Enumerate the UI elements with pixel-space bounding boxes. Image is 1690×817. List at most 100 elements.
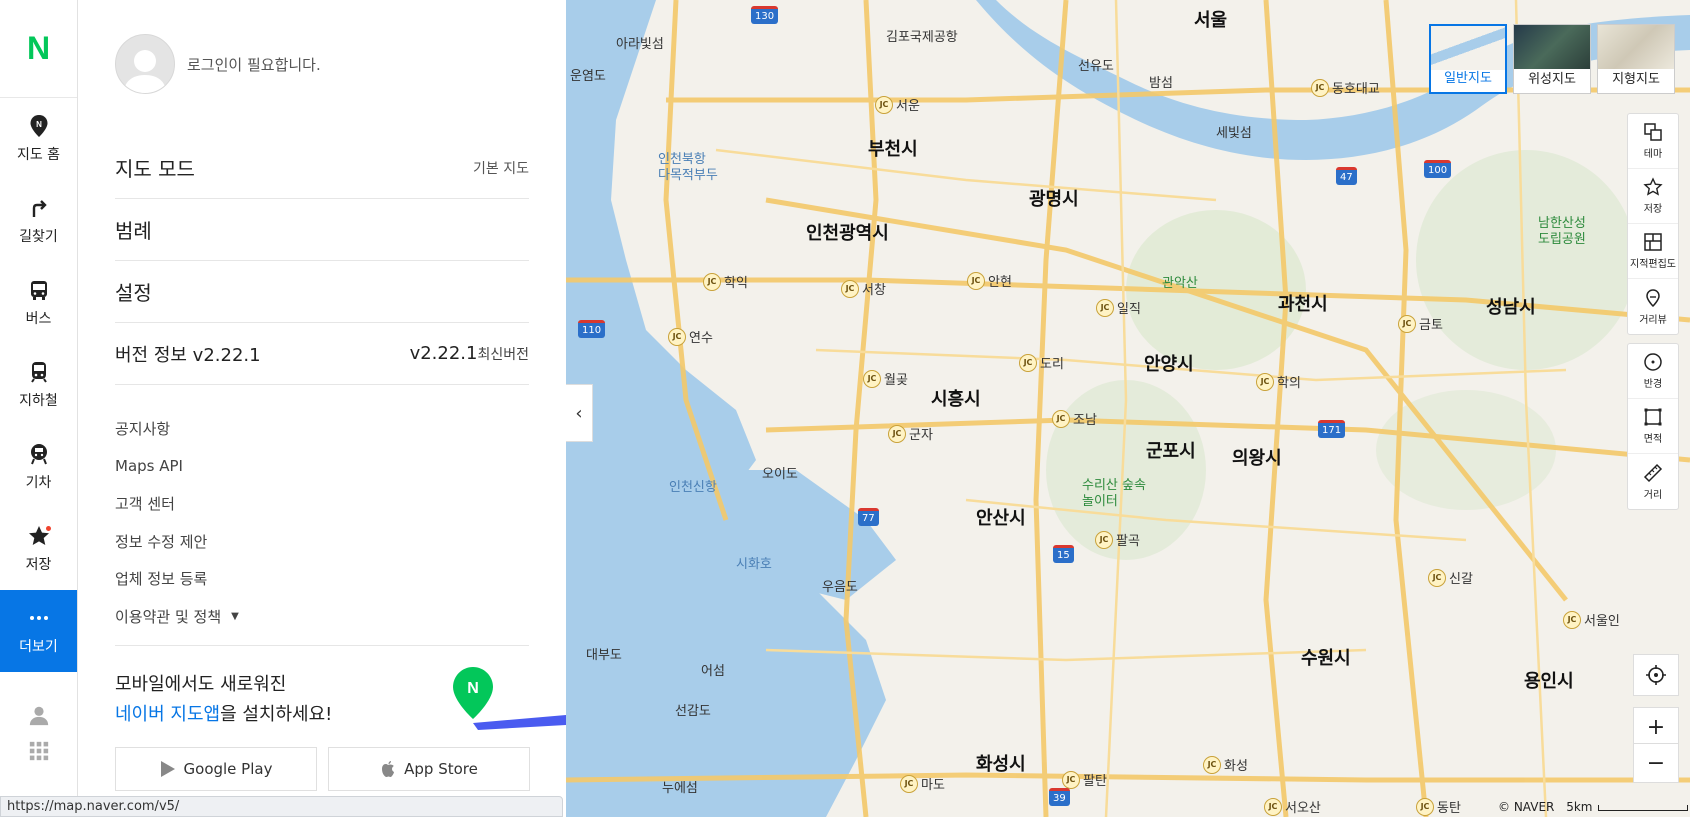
jc-label[interactable]: JC 안현 [967,271,1012,290]
label-gunpo[interactable]: 군포시 [1146,437,1196,463]
user-button[interactable] [0,704,78,726]
jc-label[interactable]: JC 학익 [703,272,748,291]
nav-directions[interactable]: 길찾기 [0,180,77,262]
link-business-registration[interactable]: 업체 정보 등록 [115,560,529,598]
jc-label[interactable]: JC 동호대교 [1311,78,1380,97]
route-shield[interactable]: 130 [751,6,779,24]
nav-saved[interactable]: 저장 [0,508,77,590]
menu-legend[interactable]: 범례 [115,199,529,261]
my-location-button[interactable] [1633,654,1679,696]
jc-label[interactable]: JC 월곶 [863,369,908,388]
map-type-normal[interactable]: 일반지도 [1429,24,1507,94]
label-bucheon[interactable]: 부천시 [868,135,918,161]
jc-label[interactable]: JC 금토 [1398,314,1443,333]
promo-app-name[interactable]: 네이버 지도앱 [115,704,220,725]
label-gwanaksan[interactable]: 관악산 [1162,272,1198,291]
nav-more[interactable]: 더보기 [0,590,77,672]
tool-save[interactable]: 저장 [1628,169,1678,224]
tool-street-view[interactable]: 거리뷰 [1628,279,1678,334]
label-incheon-north-port[interactable]: 인천북항 다목적부두 [658,152,718,184]
label-incheon-port[interactable]: 인천신항 [669,476,717,495]
jc-label[interactable]: JC 연수 [668,327,713,346]
route-shield[interactable]: 100 [1424,160,1452,178]
label-seoul[interactable]: 서울 [1194,6,1227,32]
map-type-terrain[interactable]: 지형지도 [1597,24,1675,94]
nav-bus[interactable]: 버스 [0,262,77,344]
label-uiwang[interactable]: 의왕시 [1232,444,1282,470]
login-area[interactable]: 로그인이 필요합니다. [115,34,321,94]
label-seongamdo[interactable]: 선감도 [675,700,711,719]
jc-label[interactable]: JC 서운 [875,95,920,114]
label-oido[interactable]: 오이도 [762,463,798,482]
label-ansan[interactable]: 안산시 [976,504,1026,530]
label-gimpo-airport[interactable]: 김포국제공항 [886,26,958,45]
jc-label[interactable]: JC 서오산 [1264,797,1321,816]
label-arabitseom[interactable]: 아라빛섬 [616,33,664,52]
collapse-panel-button[interactable]: ‹ [566,384,593,442]
label-sebitseom[interactable]: 세빛섬 [1216,122,1252,141]
label-seonyudo[interactable]: 선유도 [1078,55,1114,74]
jc-label[interactable]: JC 도리 [1019,353,1064,372]
jc-label[interactable]: JC 신갈 [1428,568,1473,587]
jc-label[interactable]: JC 군자 [888,424,933,443]
map-type-satellite[interactable]: 위성지도 [1513,24,1591,94]
label-undongdo[interactable]: 운염도 [570,65,606,84]
label-sihwaho[interactable]: 시화호 [736,553,772,572]
apps-button[interactable] [0,740,78,762]
route-shield[interactable]: 39 [1049,788,1070,806]
zoom-in-button[interactable]: + [1633,707,1679,747]
label-seongnam[interactable]: 성남시 [1486,293,1536,319]
label-incheon[interactable]: 인천광역시 [806,219,889,245]
map-background [566,0,1690,817]
zoom-out-button[interactable]: − [1633,743,1679,783]
menu-settings[interactable]: 설정 [115,261,529,323]
jc-label[interactable]: JC 조남 [1052,409,1097,428]
label-bamseom[interactable]: 밤섬 [1149,72,1173,91]
tool-theme[interactable]: 테마 [1628,114,1678,169]
label-gwangmyeong[interactable]: 광명시 [1029,185,1079,211]
nav-map-home[interactable]: N 지도 홈 [0,98,77,180]
nav-train[interactable]: 기차 [0,426,77,508]
route-shield[interactable]: 171 [1318,420,1346,438]
jc-label[interactable]: JC 동탄 [1416,797,1461,816]
label-daebudo[interactable]: 대부도 [586,644,622,663]
jc-label[interactable]: JC 팔탄 [1062,770,1107,789]
link-terms[interactable]: 이용약관 및 정책 ▼ [115,598,529,636]
label-yongin[interactable]: 용인시 [1524,667,1574,693]
map-canvas[interactable]: 서울 김포국제공항 부천시 인천광역시 광명시 시흥시 안양시 과천시 성남시 … [566,0,1690,817]
link-customer-center[interactable]: 고객 센터 [115,485,529,523]
jc-label[interactable]: JC 일직 [1096,298,1141,317]
app-store-button[interactable]: App Store [328,747,530,791]
jc-label[interactable]: JC 학의 [1256,372,1301,391]
label-surisan[interactable]: 수리산 숲속놀이터 [1082,478,1150,510]
tool-area[interactable]: 면적 [1628,399,1678,454]
nav-subway[interactable]: 지하철 [0,344,77,426]
label-siheung[interactable]: 시흥시 [931,385,981,411]
label-suwon[interactable]: 수원시 [1301,644,1351,670]
label-eoseom[interactable]: 어섬 [701,660,725,679]
google-play-button[interactable]: Google Play [115,747,317,791]
tool-cadastral[interactable]: 지적편집도 [1628,224,1678,279]
jc-label[interactable]: JC 서울인 [1563,610,1620,629]
jc-label[interactable]: JC 화성 [1203,755,1248,774]
label-anyang[interactable]: 안양시 [1144,350,1194,376]
tool-distance[interactable]: 거리 [1628,454,1678,509]
label-hwaseong[interactable]: 화성시 [976,750,1026,776]
link-notice[interactable]: 공지사항 [115,410,529,448]
label-namhansanseong[interactable]: 남한산성 도립공원 [1538,216,1594,248]
jc-label[interactable]: JC 서창 [841,279,886,298]
link-edit-suggestion[interactable]: 정보 수정 제안 [115,523,529,561]
jc-label[interactable]: JC 마도 [900,774,945,793]
jc-label[interactable]: JC 팔곡 [1095,530,1140,549]
label-gwacheon[interactable]: 과천시 [1278,290,1328,316]
label-umdo[interactable]: 우음도 [822,576,858,595]
route-shield[interactable]: 110 [578,320,606,338]
link-maps-api[interactable]: Maps API [115,448,529,486]
naver-logo[interactable]: N [0,0,77,98]
route-shield[interactable]: 47 [1336,167,1357,185]
label-nueseom[interactable]: 누에섬 [662,777,698,796]
menu-map-mode[interactable]: 지도 모드 기본 지도 [115,137,529,199]
route-shield[interactable]: 77 [858,508,879,526]
tool-radius[interactable]: 반경 [1628,344,1678,399]
route-shield[interactable]: 15 [1053,545,1074,563]
